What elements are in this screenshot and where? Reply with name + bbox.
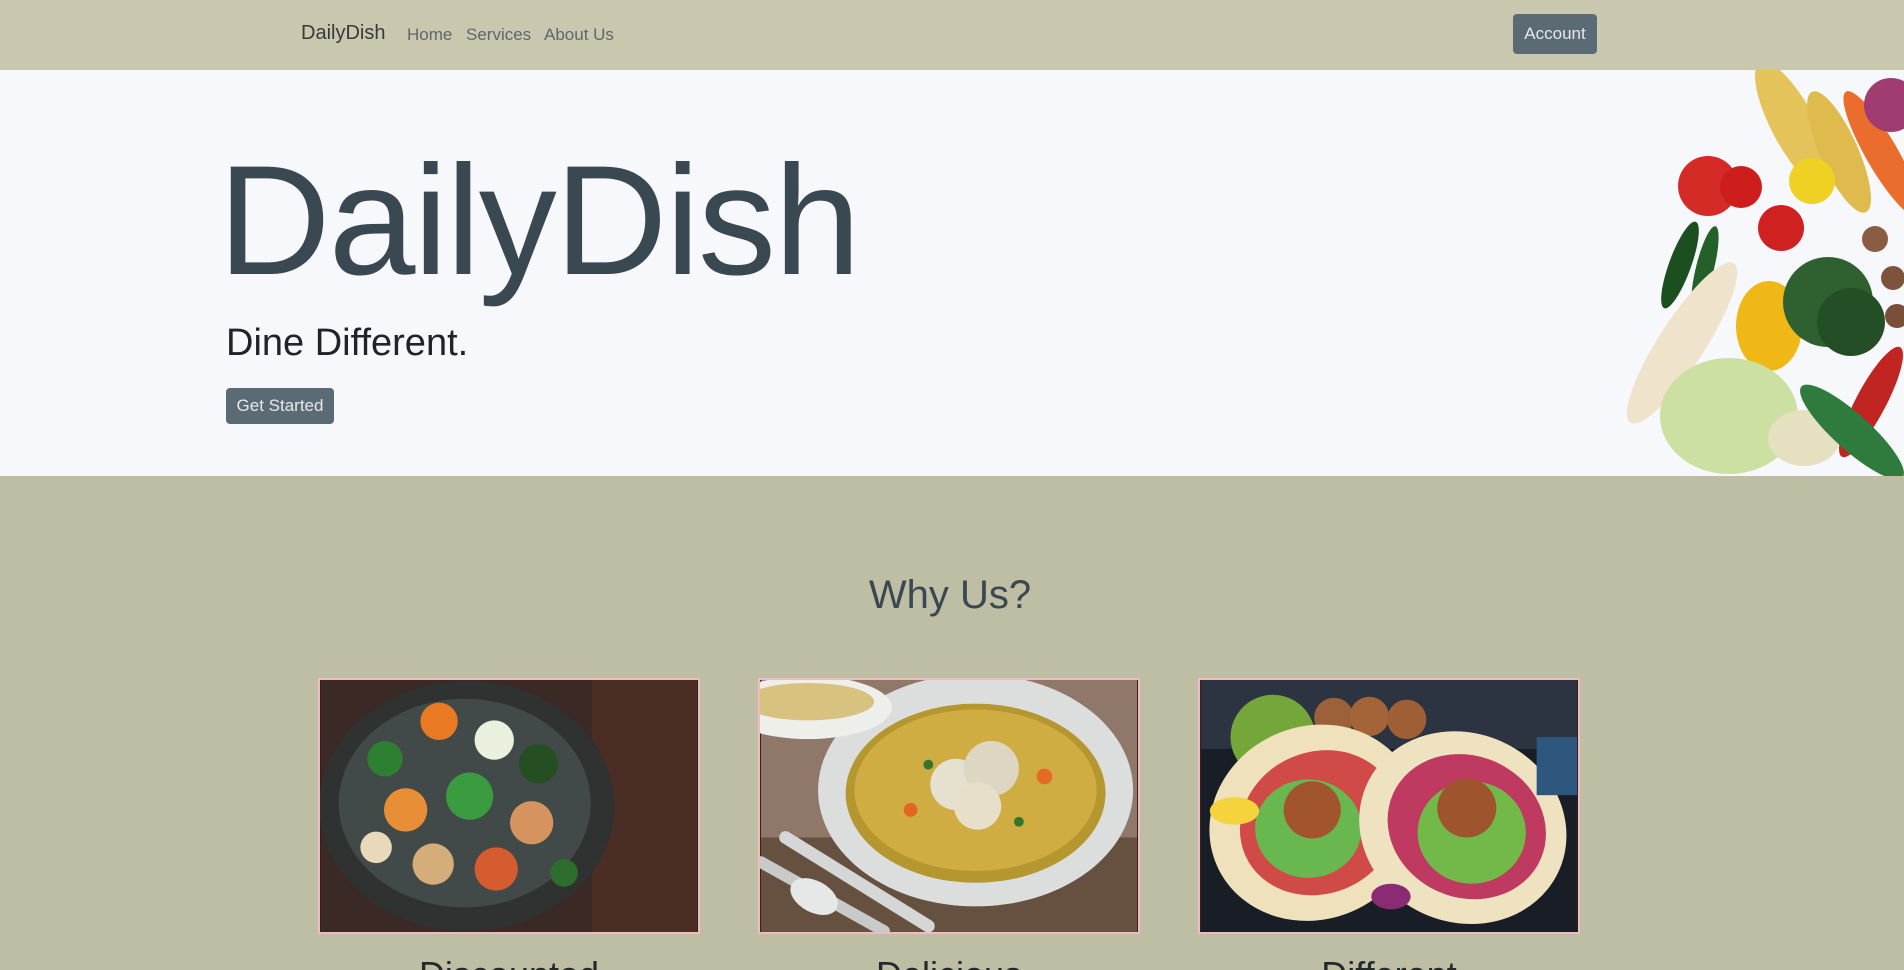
hero-image-fade: [1120, 70, 1500, 476]
nav-link-home[interactable]: Home: [407, 25, 452, 45]
card-caption-different: Different: [1198, 957, 1580, 970]
brand-link[interactable]: DailyDish: [301, 22, 385, 45]
nav-link-services[interactable]: Services: [466, 25, 531, 45]
get-started-button[interactable]: Get Started: [226, 388, 334, 424]
vegetables-hero-image: [1484, 70, 1904, 476]
account-button[interactable]: Account: [1513, 14, 1597, 54]
hero-subtitle: Dine Different.: [226, 322, 469, 364]
hero-section: DailyDish Dine Different. Get Started: [0, 70, 1904, 476]
navbar: DailyDish Home Services About Us Account: [0, 0, 1904, 70]
nav-link-about-us[interactable]: About Us: [544, 25, 614, 45]
vegetable-chicken-stir-fry-image: [318, 678, 700, 934]
why-us-heading: Why Us?: [868, 573, 1032, 617]
chicken-soup-bowl-image: [758, 678, 1140, 934]
card-caption-discounted: Discounted: [318, 957, 700, 970]
falafel-wrap-image: [1198, 678, 1580, 934]
hero-title: DailyDish: [218, 134, 861, 308]
card-caption-delicious: Delicious: [758, 957, 1140, 970]
